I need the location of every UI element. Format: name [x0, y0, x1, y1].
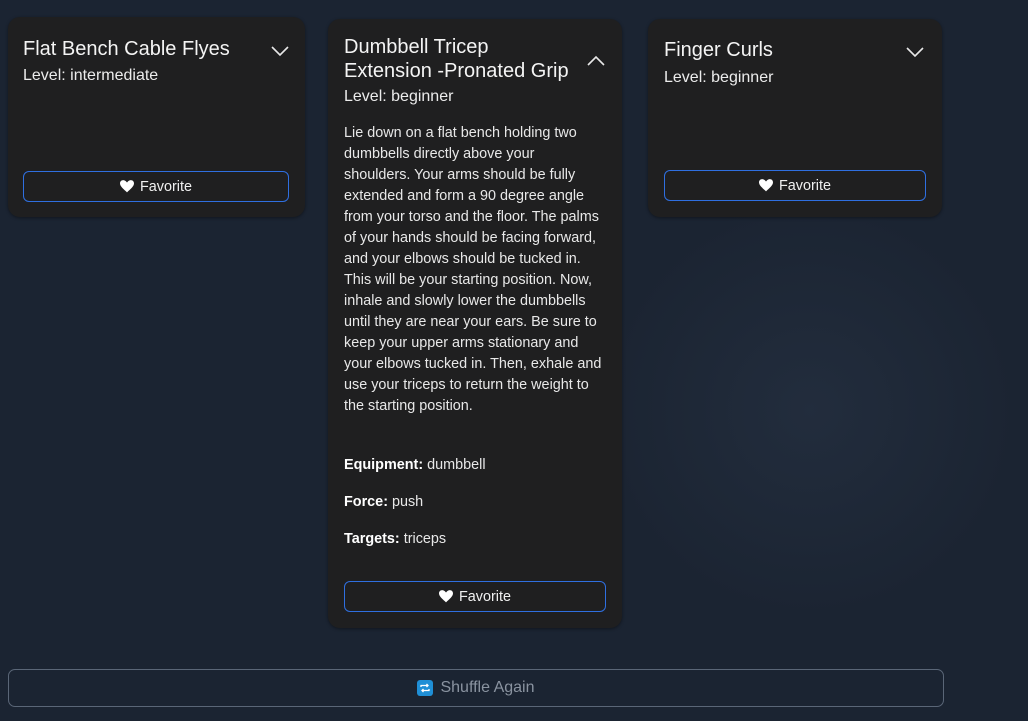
force-value: push — [391, 494, 424, 510]
chevron-down-icon[interactable] — [905, 45, 925, 59]
heart-icon — [120, 180, 134, 193]
heart-icon — [439, 590, 453, 603]
chevron-up-icon[interactable] — [586, 54, 606, 68]
card-level: Level: beginner — [344, 88, 454, 105]
equipment-row: Equipment: dumbbell — [344, 455, 486, 475]
targets-row: Targets: triceps — [344, 529, 446, 549]
background-glow — [600, 200, 1020, 620]
card-title: Finger Curls — [664, 39, 773, 61]
exercise-description: Lie down on a flat bench holding two dum… — [344, 125, 602, 414]
targets-value: triceps — [403, 531, 447, 547]
favorite-label: Favorite — [779, 177, 831, 194]
card-level: Level: intermediate — [23, 67, 159, 84]
exercise-card-flat-bench-cable-flyes: Flat Bench Cable Flyes Level: intermedia… — [8, 17, 305, 217]
favorite-button[interactable]: Favorite — [23, 171, 289, 202]
card-level: Level: beginner — [664, 69, 774, 86]
favorite-button[interactable]: Favorite — [664, 170, 926, 201]
exercise-card-dumbbell-tricep-extension: Dumbbell Tricep Extension -Pronated Grip… — [328, 19, 622, 628]
shuffle-again-button[interactable]: Shuffle Again — [8, 669, 944, 707]
force-label: Force: — [344, 494, 388, 510]
card-title-line-2: Extension -Pronated Grip — [344, 60, 569, 82]
chevron-down-icon[interactable] — [270, 44, 290, 58]
repeat-icon — [417, 680, 434, 696]
shuffle-label: Shuffle Again — [440, 679, 535, 696]
favorite-label: Favorite — [140, 178, 192, 195]
equipment-value: dumbbell — [427, 457, 486, 473]
equipment-label: Equipment: — [344, 457, 424, 473]
card-title: Flat Bench Cable Flyes — [23, 38, 230, 60]
favorite-button[interactable]: Favorite — [344, 581, 606, 612]
card-title-line-1: Dumbbell Tricep — [344, 36, 489, 58]
heart-icon — [759, 179, 773, 192]
targets-label: Targets: — [344, 531, 400, 547]
card-title: Dumbbell Tricep Extension -Pronated Grip — [344, 35, 569, 83]
force-row: Force: push — [344, 492, 423, 512]
exercise-card-finger-curls: Finger Curls Level: beginner Favorite — [648, 19, 942, 217]
favorite-label: Favorite — [459, 588, 511, 605]
